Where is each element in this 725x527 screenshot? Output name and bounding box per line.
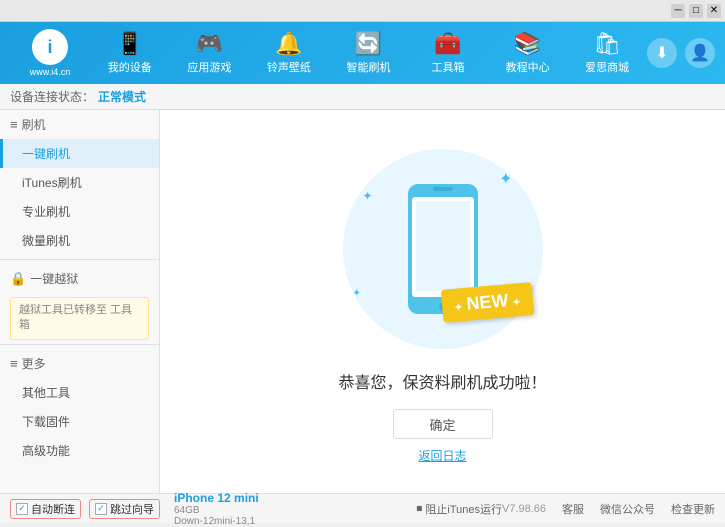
sidebar-divider-2 <box>0 344 159 345</box>
stop-label: 阻止iTunes运行 <box>425 501 502 517</box>
confirm-button[interactable]: 确定 <box>393 409 493 439</box>
logo-icon: i <box>32 29 68 65</box>
smart-flash-icon: 🔄 <box>355 31 382 57</box>
sparkle-1: ✦ <box>499 169 512 189</box>
header: i www.i4.cn 📱 我的设备 🎮 应用游戏 🔔 铃声壁纸 🔄 智能刷机 … <box>0 22 725 84</box>
sidebar-item-one-click-flash[interactable]: 一键刷机 <box>0 139 159 168</box>
bottom-right: V7.98.66 客服 微信公众号 检查更新 <box>502 501 715 517</box>
sidebar-item-other-tools[interactable]: 其他工具 <box>0 378 159 407</box>
stop-icon: ⏹ <box>416 501 422 516</box>
more-group-label: 更多 <box>22 355 46 372</box>
more-icon: ≡ <box>10 356 18 371</box>
flash-group-label: 刷机 <box>22 116 46 133</box>
sidebar-item-pro-flash[interactable]: 专业刷机 <box>0 197 159 226</box>
main-area: ≡ 刷机 一键刷机 iTunes刷机 专业刷机 微量刷机 🔒 一键越狱 <box>0 110 725 493</box>
bottom-bar: ✓ 自动断连 ✓ 跳过向导 iPhone 12 mini 64GB Down-1… <box>0 493 725 523</box>
go-back-link[interactable]: 返回日志 <box>418 447 466 464</box>
jailbreak-warning-text: 越狱工具已转移至 工具箱 <box>19 304 132 331</box>
status-label: 设备连接状态： <box>10 88 94 105</box>
wechat-link[interactable]: 微信公众号 <box>600 501 655 517</box>
device-name: iPhone 12 mini <box>174 491 259 505</box>
content-area: NEW ✦ ✦ ✦ 恭喜您，保资料刷机成功啦！ 确定 返回日志 <box>160 110 725 493</box>
auto-disconnect-checkbox[interactable]: ✓ 自动断连 <box>10 499 81 519</box>
logo[interactable]: i www.i4.cn <box>10 28 90 78</box>
nav-tutorial[interactable]: 📚 教程中心 <box>498 25 558 81</box>
stop-itunes[interactable]: ⏹ 阻止iTunes运行 <box>416 501 502 517</box>
title-bar: ─ □ ✕ <box>0 0 725 22</box>
tutorial-icon: 📚 <box>514 31 541 57</box>
sparkle-2: ✦ <box>363 189 373 203</box>
auto-disconnect-check-icon: ✓ <box>16 503 28 515</box>
nav-app-store[interactable]: 🛍 爱思商城 <box>577 25 637 81</box>
nav-ringtone-label: 铃声壁纸 <box>267 59 311 75</box>
pro-flash-label: 专业刷机 <box>22 205 70 219</box>
skip-wizard-label: 跳过向导 <box>110 501 154 517</box>
nav-my-device[interactable]: 📱 我的设备 <box>100 25 160 81</box>
nav-ringtone[interactable]: 🔔 铃声壁纸 <box>259 25 319 81</box>
device-info: iPhone 12 mini 64GB Down-12mini-13,1 <box>174 491 259 527</box>
nav-toolbox-label: 工具箱 <box>432 59 465 75</box>
success-illustration: NEW ✦ ✦ ✦ <box>333 139 553 359</box>
sidebar-item-advanced[interactable]: 高级功能 <box>0 436 159 465</box>
close-button[interactable]: ✕ <box>707 4 721 18</box>
flash-group-header: ≡ 刷机 <box>0 110 159 139</box>
nav-bar: 📱 我的设备 🎮 应用游戏 🔔 铃声壁纸 🔄 智能刷机 🧰 工具箱 📚 教程中心… <box>90 25 647 81</box>
jailbreak-section: 🔒 一键越狱 越狱工具已转移至 工具箱 <box>0 264 159 340</box>
jailbreak-group-label: 一键越狱 <box>30 270 78 287</box>
flash-section: ≡ 刷机 一键刷机 iTunes刷机 专业刷机 微量刷机 <box>0 110 159 255</box>
my-device-icon: 📱 <box>116 31 143 57</box>
sidebar-divider-1 <box>0 259 159 260</box>
device-model: Down-12mini-13,1 <box>174 516 259 527</box>
service-link[interactable]: 客服 <box>562 501 584 517</box>
ringtone-icon: 🔔 <box>275 31 302 57</box>
nav-smart-flash[interactable]: 🔄 智能刷机 <box>338 25 398 81</box>
advanced-label: 高级功能 <box>22 444 70 458</box>
more-section: ≡ 更多 其他工具 下载固件 高级功能 <box>0 349 159 465</box>
more-group-header: ≡ 更多 <box>0 349 159 378</box>
itunes-flash-label: iTunes刷机 <box>22 176 82 190</box>
sidebar-item-download-firmware[interactable]: 下载固件 <box>0 407 159 436</box>
nav-tutorial-label: 教程中心 <box>506 59 550 75</box>
update-link[interactable]: 检查更新 <box>671 501 715 517</box>
skip-wizard-check-icon: ✓ <box>95 503 107 515</box>
toolbox-icon: 🧰 <box>434 31 461 57</box>
auto-disconnect-label: 自动断连 <box>31 501 75 517</box>
jailbreak-warning: 越狱工具已转移至 工具箱 <box>10 297 149 340</box>
nav-right-controls: ⬇ 👤 <box>647 38 715 68</box>
nav-my-device-label: 我的设备 <box>108 59 152 75</box>
app-store-icon: 🛍 <box>593 31 621 57</box>
new-badge: NEW <box>440 282 533 323</box>
minimize-button[interactable]: ─ <box>671 4 685 18</box>
sidebar-item-itunes-flash[interactable]: iTunes刷机 <box>0 168 159 197</box>
download-button[interactable]: ⬇ <box>647 38 677 68</box>
one-click-flash-label: 一键刷机 <box>22 147 70 161</box>
bottom-left: ✓ 自动断连 ✓ 跳过向导 iPhone 12 mini 64GB Down-1… <box>10 491 416 527</box>
status-value: 正常模式 <box>98 88 146 105</box>
lock-icon: 🔒 <box>10 271 26 287</box>
nav-smart-flash-label: 智能刷机 <box>346 59 390 75</box>
nav-app-store-label: 爱思商城 <box>585 59 629 75</box>
download-firmware-label: 下载固件 <box>22 415 70 429</box>
flash-group-icon: ≡ <box>10 117 18 132</box>
nav-apps-games-label: 应用游戏 <box>187 59 231 75</box>
success-text: 恭喜您，保资料刷机成功啦！ <box>338 369 546 393</box>
logo-site-text: www.i4.cn <box>30 67 71 77</box>
nav-toolbox[interactable]: 🧰 工具箱 <box>418 25 478 81</box>
illustration-circle: NEW ✦ ✦ ✦ <box>343 149 543 349</box>
sidebar: ≡ 刷机 一键刷机 iTunes刷机 专业刷机 微量刷机 🔒 一键越狱 <box>0 110 160 493</box>
version-text: V7.98.66 <box>502 503 546 515</box>
sparkle-3: ✦ <box>353 288 361 299</box>
other-tools-label: 其他工具 <box>22 386 70 400</box>
device-storage: 64GB <box>174 505 259 516</box>
apps-games-icon: 🎮 <box>196 31 223 57</box>
status-bar: 设备连接状态： 正常模式 <box>0 84 725 110</box>
wipe-flash-label: 微量刷机 <box>22 234 70 248</box>
maximize-button[interactable]: □ <box>689 4 703 18</box>
nav-apps-games[interactable]: 🎮 应用游戏 <box>179 25 239 81</box>
jailbreak-group-header: 🔒 一键越狱 <box>0 264 159 293</box>
sidebar-item-wipe-flash[interactable]: 微量刷机 <box>0 226 159 255</box>
skip-wizard-checkbox[interactable]: ✓ 跳过向导 <box>89 499 160 519</box>
user-button[interactable]: 👤 <box>685 38 715 68</box>
